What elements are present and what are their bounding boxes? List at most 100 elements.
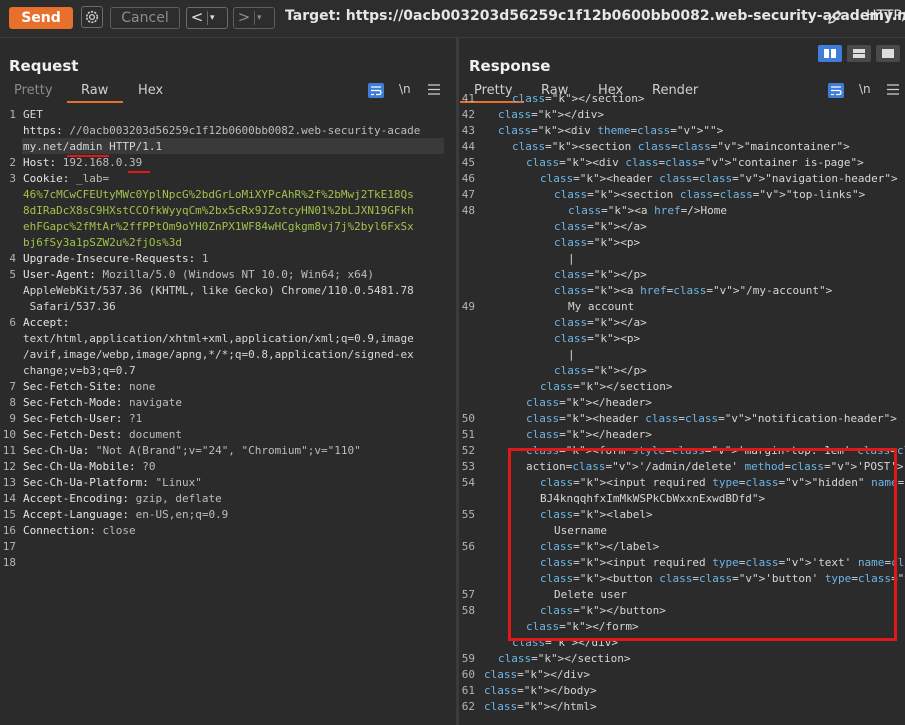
- line-number: 14: [2, 492, 16, 505]
- newline-toggle[interactable]: \n: [399, 82, 411, 96]
- layout-rows-icon[interactable]: [847, 45, 871, 62]
- line-number: 44: [461, 140, 475, 153]
- response-line: class="k"></header>: [526, 428, 652, 441]
- request-line: Upgrade-Insecure-Requests: 1: [23, 252, 209, 265]
- tab-render[interactable]: Render: [652, 83, 698, 98]
- response-line: class="k"></section>: [512, 92, 645, 105]
- response-line: class="k"></html>: [484, 700, 597, 713]
- request-line: Safari/537.36: [23, 300, 116, 313]
- line-number: 61: [461, 684, 475, 697]
- line-number: 5: [9, 268, 16, 281]
- line-number: 2: [9, 156, 16, 169]
- request-line: bj6fSy3a1pSZW2u%2fjOs%3d: [23, 236, 182, 249]
- line-number: 41: [461, 92, 475, 105]
- http-version-label[interactable]: HTTP/: [866, 8, 905, 24]
- line-number: 59: [461, 652, 475, 665]
- line-number: 13: [2, 476, 16, 489]
- request-line: Sec-Ch-Ua-Mobile: ?0: [23, 460, 156, 473]
- line-number: 60: [461, 668, 475, 681]
- annotation-underline-host: [128, 171, 150, 173]
- tab-pretty[interactable]: Pretty: [14, 83, 53, 98]
- response-line: class="k"></p>: [554, 268, 647, 281]
- response-line: class="k"><p>: [554, 332, 641, 345]
- request-line: Sec-Ch-Ua-Platform: "Linux": [23, 476, 202, 489]
- request-line: Sec-Fetch-Site: none: [23, 380, 156, 393]
- request-line: Accept-Language: en-US,en;q=0.9: [23, 508, 229, 521]
- menu-icon[interactable]: [428, 84, 440, 95]
- response-line: class="k"></div>: [484, 668, 590, 681]
- request-line: /avif,image/webp,image/apng,*/*;q=0.8,ap…: [23, 348, 414, 361]
- chevron-left-icon: <: [190, 8, 204, 26]
- response-line: class="k"><p>: [554, 236, 641, 249]
- request-line: ehFGapc%2fMtAr%2ffPPtOm9oYH0ZnPX1WF84wHC…: [23, 220, 414, 233]
- line-number: 51: [461, 428, 475, 441]
- line-number: 47: [461, 188, 475, 201]
- response-line: class="k"></body>: [484, 684, 597, 697]
- response-line: class="k"><a href=/>Home: [568, 204, 727, 217]
- response-line: class="k"><div class=class="v">"containe…: [526, 156, 864, 169]
- response-line: class="k"></section>: [498, 652, 631, 665]
- layout-switcher: [818, 45, 903, 62]
- response-line: My account: [568, 300, 635, 313]
- response-line: class="k"></p>: [554, 364, 647, 377]
- line-number: 50: [461, 412, 475, 425]
- line-number: 18: [2, 556, 16, 569]
- wrap-toggle-icon[interactable]: [828, 83, 844, 98]
- response-line: class="k"><header class=class="v">"navig…: [540, 172, 898, 185]
- tab-pretty[interactable]: Pretty: [474, 83, 513, 98]
- response-line: |: [568, 252, 575, 265]
- response-line: class="k"></header>: [526, 396, 652, 409]
- chevron-down-icon[interactable]: ▾: [210, 8, 215, 28]
- annotation-highlight-box: [508, 448, 897, 641]
- back-button[interactable]: < ▾: [186, 7, 228, 29]
- response-line: class="k"><section class=class="v">"main…: [512, 140, 850, 153]
- line-number: 4: [9, 252, 16, 265]
- toolbar: Send Cancel < ▾ > ▾ Target: https://0acb…: [0, 0, 905, 38]
- menu-icon[interactable]: [887, 84, 899, 95]
- request-line: Accept-Encoding: gzip, deflate: [23, 492, 222, 505]
- line-number: 1: [9, 108, 16, 121]
- line-number: 49: [461, 300, 475, 313]
- request-line: text/html,application/xhtml+xml,applicat…: [23, 332, 414, 345]
- request-line: https: //0acb003203d56259c1f12b0600bb008…: [23, 124, 421, 137]
- separator: [207, 11, 208, 25]
- line-number: 54: [461, 476, 475, 489]
- request-pane: Request Pretty Raw Hex \n 1 GET https: //0…: [0, 38, 456, 725]
- line-number: 12: [2, 460, 16, 473]
- request-line: GET: [23, 108, 43, 121]
- request-line: Sec-Fetch-User: ?1: [23, 412, 143, 425]
- send-button[interactable]: Send: [9, 7, 73, 29]
- request-line: AppleWebKit/537.36 (KHTML, like Gecko) C…: [23, 284, 414, 297]
- line-number: 10: [2, 428, 16, 441]
- line-number: 56: [461, 540, 475, 553]
- tab-raw[interactable]: Raw: [81, 83, 108, 98]
- line-number: 15: [2, 508, 16, 521]
- request-line: change;v=b3;q=0.7: [23, 364, 136, 377]
- line-number: 62: [461, 700, 475, 713]
- line-number: 42: [461, 108, 475, 121]
- chevron-down-icon[interactable]: ▾: [257, 8, 262, 28]
- separator: [254, 11, 255, 25]
- forward-button[interactable]: > ▾: [233, 7, 275, 29]
- request-line: Sec-Ch-Ua: "Not A(Brand";v="24", "Chromi…: [23, 444, 361, 457]
- line-number: 55: [461, 508, 475, 521]
- request-line: Host: 192.168.0.39: [23, 156, 143, 169]
- layout-tabs-icon[interactable]: [876, 45, 900, 62]
- chevron-right-icon: >: [237, 8, 251, 26]
- line-number: 48: [461, 204, 475, 217]
- line-number: 7: [9, 380, 16, 393]
- tab-hex[interactable]: Hex: [138, 83, 163, 98]
- settings-button[interactable]: [81, 6, 103, 28]
- wrap-toggle-icon[interactable]: [368, 83, 384, 98]
- request-line: Cookie: _lab=: [23, 172, 110, 185]
- line-number: 8: [9, 396, 16, 409]
- layout-split-icon[interactable]: [818, 45, 842, 62]
- pencil-icon[interactable]: [826, 8, 844, 26]
- gear-icon: [85, 10, 99, 24]
- response-line: class="k"></a>: [554, 316, 647, 329]
- request-line: my.net/admin HTTP/1.1: [23, 140, 163, 153]
- response-line: class="k"><div theme=class="v">"">: [498, 124, 724, 137]
- line-number: 3: [9, 172, 16, 185]
- newline-toggle[interactable]: \n: [859, 82, 871, 96]
- cancel-button[interactable]: Cancel: [110, 7, 180, 29]
